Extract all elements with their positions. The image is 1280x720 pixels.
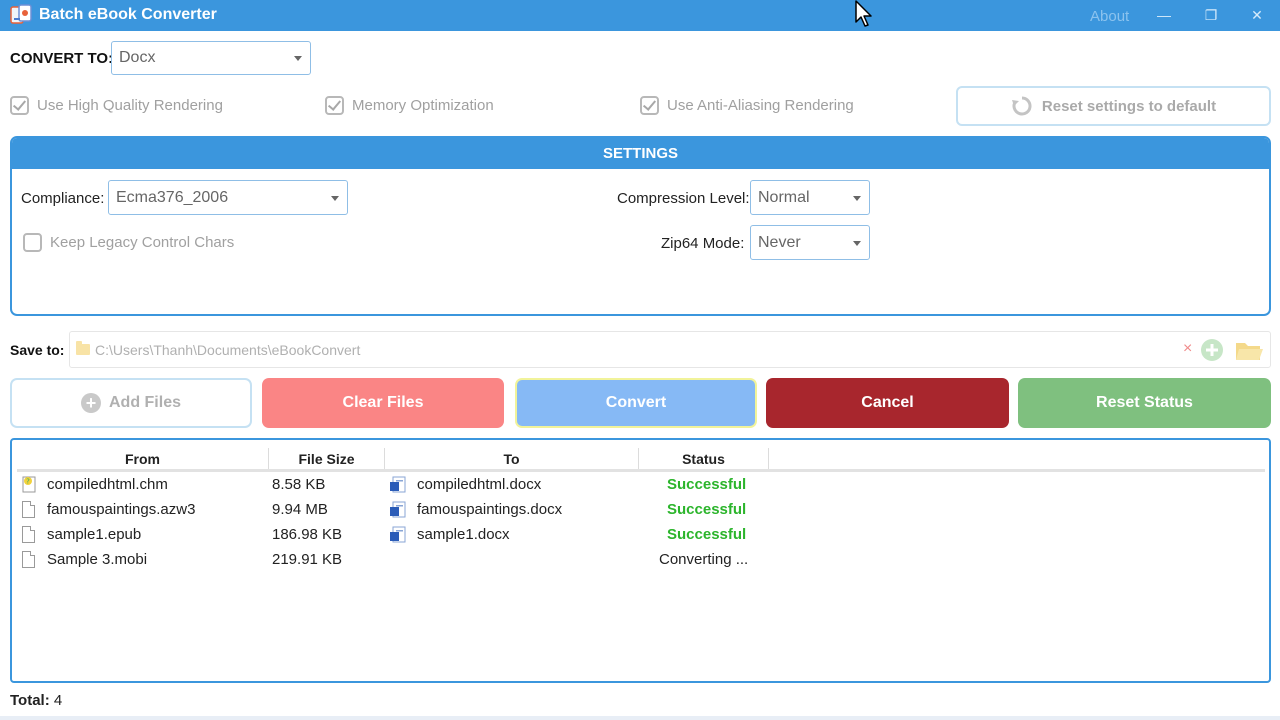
convert-to-value: Docx xyxy=(119,49,156,66)
zip64-label: Zip64 Mode: xyxy=(661,235,745,252)
compression-label: Compression Level: xyxy=(617,190,750,207)
word-document-icon xyxy=(390,501,406,518)
status-text: Converting ... xyxy=(659,551,749,568)
about-link[interactable]: About xyxy=(1090,8,1129,25)
anti-aliasing-label: Use Anti-Aliasing Rendering xyxy=(667,97,854,114)
high-quality-label: Use High Quality Rendering xyxy=(37,97,223,114)
minimize-button[interactable]: — xyxy=(1141,0,1187,31)
high-quality-checkbox[interactable]: Use High Quality Rendering xyxy=(10,96,223,115)
file-name: compiledhtml.chm xyxy=(47,476,168,493)
file-icon xyxy=(22,501,35,518)
total-label: Total: xyxy=(10,692,50,709)
file-size: 9.94 MB xyxy=(272,501,328,518)
save-path-field[interactable]: C:\Users\Thanh\Documents\eBookConvert × xyxy=(69,331,1271,368)
settings-header: SETTINGS xyxy=(12,138,1269,169)
compliance-label: Compliance: xyxy=(21,190,105,207)
file-list[interactable]: From File Size To Status ? compiledhtml.… xyxy=(10,438,1271,683)
cancel-button[interactable]: Cancel xyxy=(766,378,1009,428)
svg-text:?: ? xyxy=(26,478,30,486)
zip64-value: Never xyxy=(758,233,801,251)
target-file-name: compiledhtml.docx xyxy=(417,476,542,493)
save-path-value: C:\Users\Thanh\Documents\eBookConvert xyxy=(95,342,361,358)
clear-files-button[interactable]: Clear Files xyxy=(262,378,504,428)
chm-file-icon: ? xyxy=(22,476,36,493)
column-header-to[interactable]: To xyxy=(385,448,639,470)
zip64-select[interactable]: Never xyxy=(750,225,870,260)
compression-select[interactable]: Normal xyxy=(750,180,870,215)
reset-icon xyxy=(1011,96,1032,116)
plus-icon: + xyxy=(80,393,101,413)
checkbox-unchecked-icon xyxy=(23,233,42,252)
target-file-name: sample1.docx xyxy=(417,526,510,543)
convert-button[interactable]: Convert xyxy=(515,378,757,428)
app-logo-icon xyxy=(10,4,32,24)
convert-to-label: CONVERT TO: xyxy=(10,50,114,67)
compliance-select[interactable]: Ecma376_2006 xyxy=(108,180,348,215)
reset-settings-label: Reset settings to default xyxy=(1041,97,1217,115)
reset-status-button[interactable]: Reset Status xyxy=(1018,378,1271,428)
file-name: sample1.epub xyxy=(47,526,142,543)
add-files-button[interactable]: + Add Files xyxy=(10,378,252,428)
compliance-value: Ecma376_2006 xyxy=(116,188,229,206)
folder-icon xyxy=(76,341,90,355)
checkbox-checked-icon xyxy=(640,96,659,115)
checkbox-checked-icon xyxy=(325,96,344,115)
add-files-label: Add Files xyxy=(108,394,181,411)
reset-settings-button[interactable]: Reset settings to default xyxy=(956,86,1271,126)
anti-aliasing-checkbox[interactable]: Use Anti-Aliasing Rendering xyxy=(640,96,854,115)
chevron-down-icon xyxy=(853,240,861,246)
status-text: Successful xyxy=(667,476,747,493)
restore-button[interactable]: ❐ xyxy=(1188,0,1234,31)
total-value: 4 xyxy=(53,692,63,709)
chevron-down-icon xyxy=(294,56,302,61)
status-text: Successful xyxy=(667,501,747,518)
column-header-from[interactable]: From xyxy=(17,448,269,470)
chevron-down-icon xyxy=(331,195,339,201)
keep-legacy-checkbox[interactable]: Keep Legacy Control Chars xyxy=(23,233,234,252)
settings-panel: SETTINGS Compliance: Ecma376_2006 Keep L… xyxy=(10,136,1271,316)
word-document-icon xyxy=(390,476,406,493)
close-button[interactable]: ✕ xyxy=(1234,0,1280,31)
memory-optimization-label: Memory Optimization xyxy=(352,97,494,114)
chevron-down-icon xyxy=(853,195,861,201)
file-size: 219.91 KB xyxy=(272,551,343,568)
compression-value: Normal xyxy=(758,188,810,206)
file-size: 186.98 KB xyxy=(272,526,343,543)
app-title: Batch eBook Converter xyxy=(39,6,217,23)
file-name: Sample 3.mobi xyxy=(47,551,148,568)
file-name: famouspaintings.azw3 xyxy=(47,501,196,518)
word-document-icon xyxy=(390,526,406,543)
save-to-label: Save to: xyxy=(10,342,65,358)
convert-to-select[interactable]: Docx xyxy=(111,41,311,75)
bottom-edge xyxy=(0,716,1280,720)
file-size: 8.58 KB xyxy=(272,476,326,493)
total-count: Total: 4 xyxy=(10,692,62,709)
header-divider xyxy=(17,469,1265,472)
status-text: Successful xyxy=(667,526,747,543)
target-file-name: famouspaintings.docx xyxy=(417,501,563,518)
mouse-cursor-icon xyxy=(855,0,872,27)
file-icon xyxy=(22,551,35,568)
add-folder-icon[interactable] xyxy=(1200,338,1224,362)
title-bar: Batch eBook Converter About — ❐ ✕ xyxy=(0,0,1280,31)
checkbox-checked-icon xyxy=(10,96,29,115)
browse-folder-icon[interactable] xyxy=(1234,337,1264,363)
keep-legacy-label: Keep Legacy Control Chars xyxy=(50,234,235,251)
column-header-file-size[interactable]: File Size xyxy=(269,448,385,470)
memory-optimization-checkbox[interactable]: Memory Optimization xyxy=(325,96,494,115)
clear-path-icon[interactable]: × xyxy=(1183,340,1192,358)
column-header-status[interactable]: Status xyxy=(639,448,769,470)
file-icon xyxy=(22,526,35,543)
